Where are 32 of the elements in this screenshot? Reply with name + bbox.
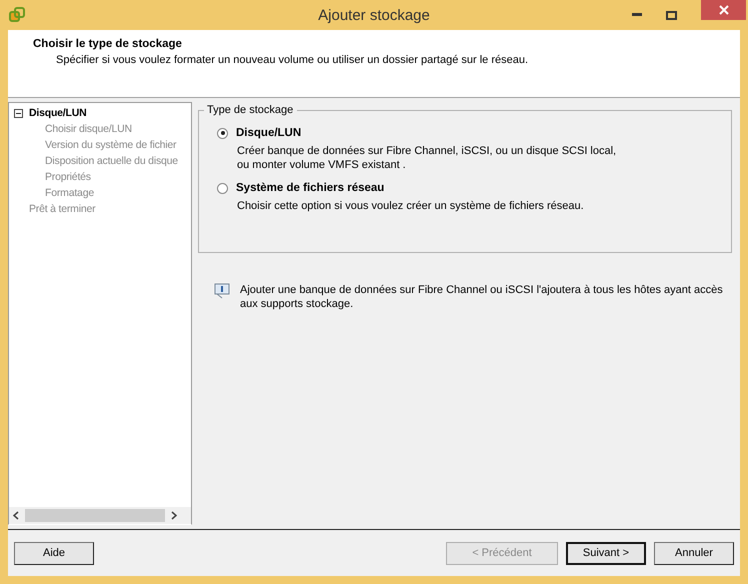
option-description: Créer banque de données sur Fibre Channel, iSCSI, ou un disque SCSI local, ou monter volume VMFS existant . [237, 144, 618, 172]
step-item[interactable]: Disposition actuelle du disque [45, 155, 178, 167]
step-item[interactable]: Propriétés [45, 171, 91, 183]
radio-button[interactable] [217, 182, 228, 194]
minimize-icon[interactable] [632, 13, 642, 17]
dialog-button[interactable]: Aide [14, 542, 94, 564]
option-label[interactable]: Disque/LUN [236, 127, 302, 139]
scrollbar-thumb[interactable] [25, 509, 165, 522]
window-title: Ajouter stockage [318, 6, 430, 24]
dialog-button[interactable]: Annuler [654, 542, 734, 564]
horizontal-scrollbar[interactable] [9, 507, 191, 524]
step-item[interactable]: Choisir disque/LUN [45, 123, 132, 135]
step-item[interactable]: Version du système de fichier [45, 139, 176, 151]
group-legend: Type de stockage [204, 104, 298, 116]
page-description: Spécifier si vous voulez formater un nouveau volume ou utiliser un dossier partagé sur le réseau. [56, 54, 530, 66]
option-description: Choisir cette option si vous voulez créer un système de fichiers réseau. [237, 199, 585, 213]
radio-button[interactable] [217, 128, 228, 138]
scroll-left-icon[interactable] [13, 511, 19, 520]
step-item[interactable]: Prêt à terminer [29, 203, 96, 215]
step-item[interactable]: Disque/LUN [29, 107, 87, 119]
step-item[interactable]: Formatage [45, 187, 94, 199]
app-logo-icon [8, 6, 26, 24]
info-message: Ajouter une banque de données sur Fibre Channel ou iSCSI l'ajoutera à tous les hôtes ayant accès aux supports stockage. [240, 283, 724, 311]
collapse-toggle-icon[interactable] [14, 108, 23, 118]
dialog-button[interactable]: Suivant > [566, 542, 646, 564]
maximize-icon[interactable] [666, 10, 677, 20]
close-button[interactable] [701, 0, 746, 20]
page-heading: Choisir le type de stockage [33, 38, 183, 50]
close-icon [718, 5, 728, 15]
scroll-right-icon[interactable] [171, 511, 177, 520]
option-label[interactable]: Système de fichiers réseau [236, 182, 384, 194]
info-icon [214, 283, 232, 299]
